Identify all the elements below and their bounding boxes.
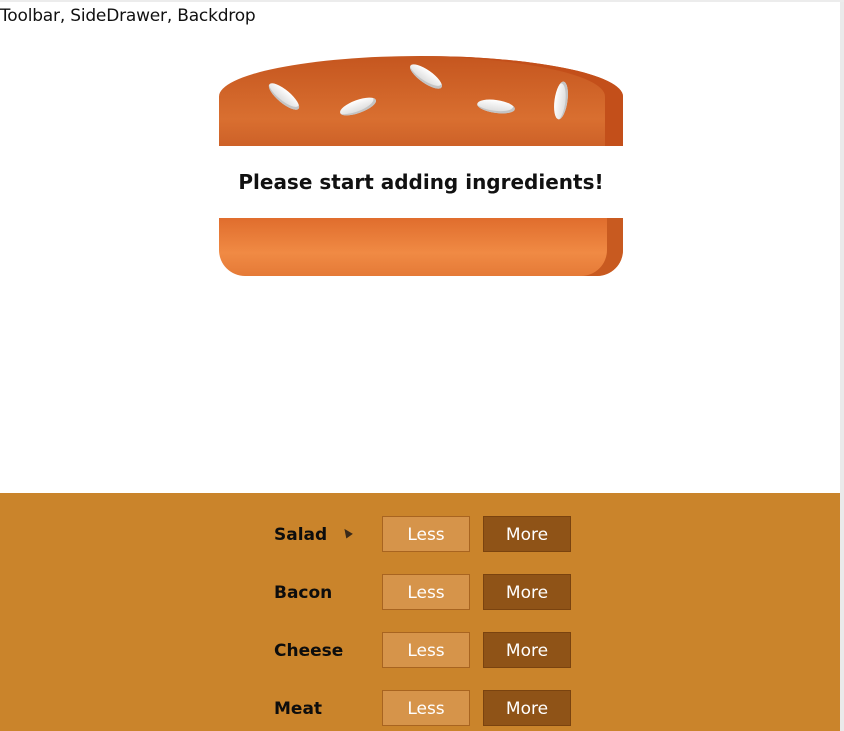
control-label: Meat	[274, 699, 323, 719]
build-control-bacon: Bacon Less More	[0, 574, 840, 612]
more-button[interactable]: More	[483, 632, 571, 668]
less-button[interactable]: Less	[382, 632, 470, 668]
empty-burger-prompt: Please start adding ingredients!	[238, 170, 604, 194]
seed	[551, 80, 571, 121]
control-label: Bacon	[274, 583, 333, 603]
less-button[interactable]: Less	[382, 690, 470, 726]
bread-bottom	[219, 218, 623, 276]
seed	[265, 79, 303, 114]
less-button[interactable]: Less	[382, 574, 470, 610]
more-button[interactable]: More	[483, 690, 571, 726]
control-label: Salad	[274, 525, 328, 545]
seed	[476, 97, 516, 116]
top-border	[0, 0, 844, 2]
seed	[406, 60, 446, 93]
less-button[interactable]: Less	[382, 516, 470, 552]
seed	[337, 93, 379, 120]
bread-top	[219, 56, 623, 146]
more-button[interactable]: More	[483, 516, 571, 552]
toolbar-placeholder-text: Toolbar, SideDrawer, Backdrop	[0, 6, 256, 26]
build-control-meat: Meat Less More	[0, 690, 840, 728]
build-control-cheese: Cheese Less More	[0, 632, 840, 670]
more-button[interactable]: More	[483, 574, 571, 610]
build-control-salad: Salad Less More	[0, 516, 840, 554]
build-controls: Salad Less More Bacon Less More Cheese L…	[0, 493, 840, 731]
control-label: Cheese	[274, 641, 344, 661]
burger: Please start adding ingredients!	[219, 56, 623, 278]
app-window: Toolbar, SideDrawer, Backdrop Please sta…	[0, 0, 844, 731]
